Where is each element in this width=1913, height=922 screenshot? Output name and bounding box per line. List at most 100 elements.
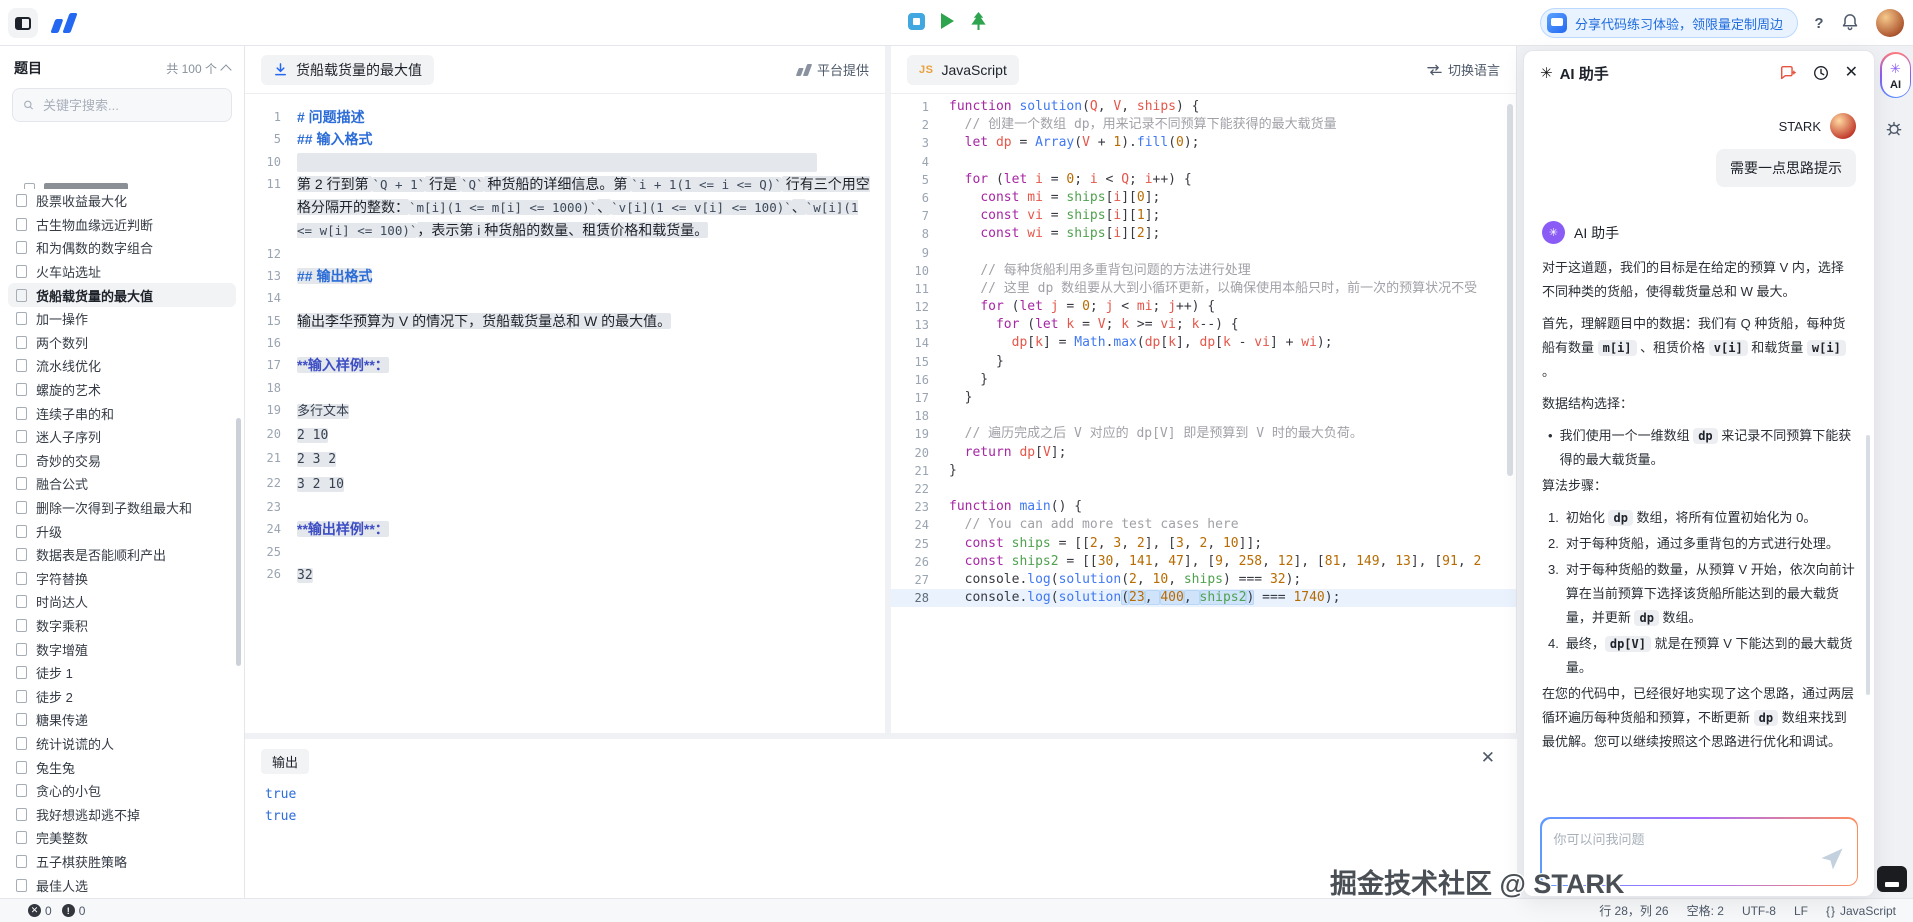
ai-rail-button[interactable]: ✳ AI — [1880, 52, 1911, 98]
problem-line[interactable]: 10 — [245, 151, 885, 173]
problem-line[interactable]: 15输出李华预算为 V 的情况下，货船载货量总和 W 的最大值。 — [245, 310, 885, 332]
problem-line[interactable]: 202 10 — [245, 423, 885, 447]
problem-line[interactable]: 1# 问题描述 — [245, 106, 885, 128]
sidebar-item[interactable]: 两个数列 — [8, 331, 236, 355]
sidebar-item[interactable]: 数据表是否能顺利产出 — [8, 543, 236, 567]
eol-type[interactable]: LF — [1794, 904, 1808, 918]
search-box[interactable] — [12, 88, 232, 122]
code-line[interactable]: 18 — [891, 407, 1516, 425]
sidebar-item[interactable]: 字符替换 — [8, 567, 236, 591]
sidebar-item[interactable]: 数字增殖 — [8, 637, 236, 661]
problem-line[interactable]: 2632 — [245, 563, 885, 587]
sidebar-scrollbar[interactable] — [236, 418, 241, 666]
sidebar-item[interactable]: 完美整数 — [8, 826, 236, 850]
sidebar-item[interactable]: 五子棋获胜策略 — [8, 850, 236, 874]
sidebar-item[interactable]: 徒步 2 — [8, 684, 236, 708]
code-line[interactable]: 12 for (let j = 0; j < mi; j++) { — [891, 298, 1516, 316]
sidebar-item[interactable]: 流水线优化 — [8, 354, 236, 378]
code-line[interactable]: 8 const wi = ships[i][2]; — [891, 225, 1516, 243]
indentation[interactable]: 空格: 2 — [1687, 902, 1724, 919]
sidebar-item[interactable]: 糖果传递 — [8, 708, 236, 732]
code-line[interactable]: 15 } — [891, 353, 1516, 371]
help-icon[interactable]: ? — [1808, 12, 1830, 34]
sidebar-item[interactable]: 和为偶数的数字组合 — [8, 236, 236, 260]
new-chat-icon[interactable] — [1779, 64, 1797, 82]
problem-line[interactable]: 16 — [245, 332, 885, 354]
run-button[interactable] — [941, 13, 954, 29]
share-banner[interactable]: 分享代码练习体验，领限量定制周边 — [1540, 8, 1798, 38]
panel-layout-button[interactable] — [908, 13, 925, 30]
sidebar-item[interactable]: 时尚达人 — [8, 590, 236, 614]
code-line[interactable]: 17 } — [891, 389, 1516, 407]
code-line[interactable]: 26 const ships2 = [[30, 141, 47], [9, 25… — [891, 553, 1516, 571]
sidebar-item[interactable]: 加一操作 — [8, 307, 236, 331]
sidebar-item[interactable]: 兔生兔 — [8, 755, 236, 779]
code-line[interactable]: 22 — [891, 480, 1516, 498]
error-count[interactable]: ✕0 — [28, 904, 52, 918]
problem-line[interactable]: 13## 输出格式 — [245, 265, 885, 287]
debug-run-button[interactable] — [970, 12, 987, 30]
problem-line[interactable]: 223 2 10 — [245, 472, 885, 496]
sidebar-item[interactable]: 数字乘积 — [8, 614, 236, 638]
sidebar-item[interactable]: 徒步 1 — [8, 661, 236, 685]
keyboard-icon[interactable] — [1877, 866, 1907, 892]
problem-line[interactable]: 11第 2 行到第 `Q + 1` 行是 `Q` 种货船的详细信息。第 `i +… — [245, 173, 885, 243]
language-mode[interactable]: {}JavaScript — [1826, 904, 1896, 918]
problem-line[interactable]: 23 — [245, 496, 885, 518]
code-line[interactable]: 27 console.log(solution(2, 10, ships) ==… — [891, 571, 1516, 589]
code-line[interactable]: 23function main() { — [891, 498, 1516, 516]
sidebar-item[interactable]: 货船载货量的最大值 — [8, 283, 236, 307]
output-tab[interactable]: 输出 — [261, 749, 309, 774]
sidebar-item[interactable]: 删除一次得到子数组最大和 — [8, 496, 236, 520]
code-line[interactable]: 20 return dp[V]; — [891, 444, 1516, 462]
ai-scrollbar[interactable] — [1866, 435, 1870, 695]
sidebar-item[interactable]: 螺旋的艺术 — [8, 378, 236, 402]
code-line[interactable]: 14 dp[k] = Math.max(dp[k], dp[k - vi] + … — [891, 334, 1516, 352]
code-line[interactable]: 28 console.log(solution(23, 400, ships2)… — [891, 589, 1516, 607]
code-line[interactable]: 1function solution(Q, V, ships) { — [891, 98, 1516, 116]
problem-line[interactable]: 212 3 2 — [245, 447, 885, 471]
code-line[interactable]: 11 // 这里 dp 数组要从大到小循环更新，以确保使用本船只时，前一次的预算… — [891, 280, 1516, 298]
code-lines[interactable]: 1function solution(Q, V, ships) {2 // 创建… — [891, 94, 1516, 733]
switch-language-button[interactable]: 切换语言 — [1427, 60, 1500, 79]
code-line[interactable]: 25 const ships = [[2, 3, 2], [3, 2, 10]]… — [891, 535, 1516, 553]
sidebar-item[interactable]: 古生物血缘远近判断 — [8, 213, 236, 237]
code-line[interactable]: 19 // 遍历完成之后 V 对应的 dp[V] 即是预算到 V 时的最大负荷。 — [891, 425, 1516, 443]
code-line[interactable]: 13 for (let k = V; k >= vi; k--) { — [891, 316, 1516, 334]
sidebar-item[interactable]: 融合公式 — [8, 472, 236, 496]
debug-bug-icon[interactable] — [1884, 118, 1904, 141]
notification-bell-icon[interactable] — [1840, 12, 1860, 35]
close-icon[interactable]: ✕ — [1845, 65, 1858, 81]
editor-scrollbar[interactable] — [1507, 104, 1513, 476]
close-icon[interactable]: ✕ — [1481, 749, 1495, 766]
sidebar-item[interactable]: 贪心的小包 — [8, 779, 236, 803]
send-icon[interactable] — [1818, 845, 1846, 876]
sidebar-item[interactable]: 奇妙的交易 — [8, 449, 236, 473]
code-line[interactable]: 9 — [891, 244, 1516, 262]
problem-line[interactable]: 14 — [245, 287, 885, 309]
warning-count[interactable]: !0 — [62, 904, 86, 918]
problem-title-tab[interactable]: 货船载货量的最大值 — [261, 55, 434, 85]
code-line[interactable]: 6 const mi = ships[i][0]; — [891, 189, 1516, 207]
search-input[interactable] — [41, 97, 221, 114]
problem-line[interactable]: 19多行文本 — [245, 399, 885, 423]
cursor-position[interactable]: 行 28，列 26 — [1599, 902, 1668, 919]
problem-line[interactable]: 18 — [245, 377, 885, 399]
encoding[interactable]: UTF-8 — [1742, 904, 1776, 918]
clipped-list-item[interactable] — [8, 178, 236, 189]
sidebar-item[interactable]: 统计说谎的人 — [8, 732, 236, 756]
code-line[interactable]: 7 const vi = ships[i][1]; — [891, 207, 1516, 225]
code-line[interactable]: 10 // 每种货船利用多重背包问题的方法进行处理 — [891, 262, 1516, 280]
problem-line[interactable]: 5## 输入格式 — [245, 128, 885, 150]
user-avatar[interactable] — [1876, 9, 1904, 37]
sidebar-item[interactable]: 升级 — [8, 519, 236, 543]
code-line[interactable]: 4 — [891, 153, 1516, 171]
code-line[interactable]: 2 // 创建一个数组 dp，用来记录不同预算下能获得的最大载货量 — [891, 116, 1516, 134]
sidebar-item[interactable]: 最佳人选 — [8, 873, 236, 897]
sidebar-item[interactable]: 股票收益最大化 — [8, 189, 236, 213]
sidebar-collapse-button[interactable] — [8, 8, 38, 38]
problem-line[interactable]: 12 — [245, 243, 885, 265]
code-line[interactable]: 24 // You can add more test cases here — [891, 516, 1516, 534]
sidebar-item[interactable]: 连续子串的和 — [8, 401, 236, 425]
sidebar-item[interactable]: 火车站选址 — [8, 260, 236, 284]
